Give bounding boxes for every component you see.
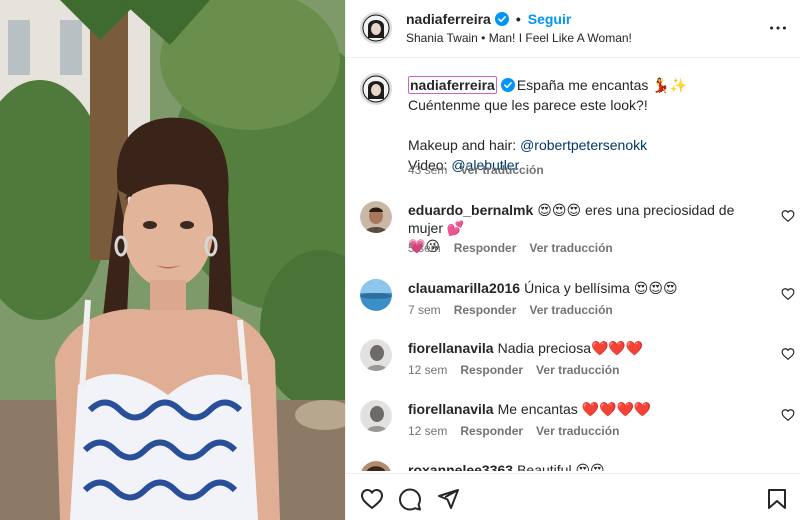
caption-translate-button[interactable]: Ver traducción	[460, 163, 543, 177]
commenter-username[interactable]: roxannelee3363	[408, 462, 513, 471]
comment-body: Me encantas ❤️❤️❤️❤️	[497, 401, 652, 417]
share-icon[interactable]	[436, 487, 460, 511]
post-video-frame	[0, 0, 345, 520]
commenter-username[interactable]: fiorellanavila	[408, 401, 494, 417]
comment-body: Nadia preciosa❤️❤️❤️	[497, 340, 644, 356]
reply-button[interactable]: Responder	[454, 303, 517, 317]
follow-button[interactable]: Seguir	[528, 11, 572, 27]
separator-dot: •	[515, 11, 521, 27]
heart-icon[interactable]	[781, 287, 795, 301]
comment-body: Beautiful 😍😍	[517, 462, 605, 471]
comment-age[interactable]: 7 sem	[408, 303, 441, 317]
comments-list[interactable]: nadiaferreira España me encantas 💃✨ Cuént…	[346, 59, 800, 471]
commenter-avatar[interactable]	[360, 339, 392, 371]
comment-age[interactable]: 12 sem	[408, 363, 447, 377]
comment-text: clauamarilla2016 Única y bellísima 😍😍😍	[408, 279, 768, 297]
heart-icon[interactable]	[360, 487, 384, 511]
caption-meta: 43 sem Ver traducción	[408, 163, 544, 177]
reply-button[interactable]: Responder	[454, 241, 517, 255]
translate-button[interactable]: Ver traducción	[536, 363, 619, 377]
comment-meta: 12 sem Responder Ver traducción	[408, 424, 619, 438]
comment-age[interactable]: 5 sem	[408, 241, 441, 255]
commenter-username[interactable]: eduardo_bernalmk	[408, 202, 533, 218]
author-username[interactable]: nadiaferreira	[406, 11, 491, 27]
commenter-avatar[interactable]	[360, 400, 392, 432]
commenter-username[interactable]: clauamarilla2016	[408, 280, 520, 296]
makeup-handle-link[interactable]: @robertpetersenokk	[520, 137, 647, 153]
reply-button[interactable]: Responder	[460, 424, 523, 438]
comment-age[interactable]: 12 sem	[408, 424, 447, 438]
caption-avatar[interactable]	[360, 73, 392, 105]
post-media[interactable]	[0, 0, 345, 520]
heart-icon[interactable]	[781, 408, 795, 422]
commenter-avatar[interactable]	[360, 201, 392, 233]
comment-meta: 12 sem Responder Ver traducción	[408, 363, 619, 377]
caption-makeup-credit: Makeup and hair: @robertpetersenokk	[408, 135, 768, 155]
caption-text: nadiaferreira España me encantas 💃✨ Cuént…	[408, 75, 768, 175]
commenter-username[interactable]: fiorellanavila	[408, 340, 494, 356]
comment-icon[interactable]	[398, 487, 422, 511]
post-header: nadiaferreira • Seguir Shania Twain • Ma…	[346, 0, 800, 58]
author-avatar[interactable]	[360, 12, 392, 44]
audio-track[interactable]: Shania Twain • Man! I Feel Like A Woman!	[406, 31, 632, 45]
comment-meta: 5 sem Responder Ver traducción	[408, 241, 613, 255]
caption-line-2: Cuéntenme que les parece este look?!	[408, 97, 648, 113]
caption-age[interactable]: 43 sem	[408, 163, 447, 177]
comment-text: fiorellanavila Me encantas ❤️❤️❤️❤️	[408, 400, 768, 418]
comment-meta: 7 sem Responder Ver traducción	[408, 303, 613, 317]
commenter-avatar[interactable]	[360, 461, 392, 471]
post-actions-bar	[346, 473, 800, 520]
translate-button[interactable]: Ver traducción	[529, 241, 612, 255]
verified-badge-icon	[500, 78, 515, 92]
comment-text: fiorellanavila Nadia preciosa❤️❤️❤️	[408, 339, 768, 357]
bookmark-icon[interactable]	[765, 487, 789, 511]
translate-button[interactable]: Ver traducción	[536, 424, 619, 438]
heart-icon[interactable]	[781, 347, 795, 361]
translate-button[interactable]: Ver traducción	[529, 303, 612, 317]
commenter-avatar[interactable]	[360, 279, 392, 311]
post-author-row: nadiaferreira • Seguir	[406, 11, 571, 27]
comment-text: roxannelee3363 Beautiful 😍😍	[408, 461, 768, 471]
more-options-icon[interactable]	[767, 17, 789, 39]
post-detail-panel: nadiaferreira • Seguir Shania Twain • Ma…	[345, 0, 800, 520]
caption-username[interactable]: nadiaferreira	[408, 76, 497, 94]
verified-badge-icon	[494, 12, 509, 26]
caption-line-1: España me encantas 💃✨	[516, 77, 688, 93]
heart-icon[interactable]	[781, 209, 795, 223]
comment-body: Única y bellísima 😍😍😍	[524, 280, 678, 296]
reply-button[interactable]: Responder	[460, 363, 523, 377]
makeup-label: Makeup and hair:	[408, 137, 521, 153]
